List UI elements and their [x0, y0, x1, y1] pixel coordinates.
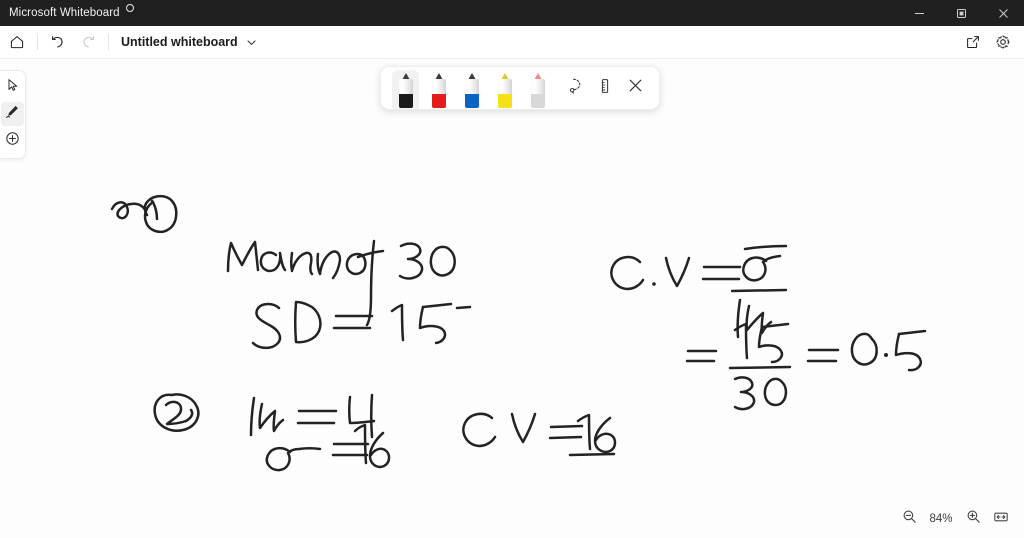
pen-body	[431, 79, 446, 94]
zoom-level-label: 84%	[929, 513, 953, 525]
fit-to-screen-button[interactable]	[988, 507, 1014, 531]
divider	[108, 34, 109, 50]
pen-body	[530, 79, 545, 94]
lasso-select-icon	[565, 77, 582, 99]
divider	[37, 34, 38, 50]
pen-icon	[5, 104, 20, 124]
pen-toolbar	[380, 66, 660, 110]
zoom-out-button[interactable]	[896, 507, 922, 531]
minimize-button[interactable]	[898, 0, 940, 26]
share-icon[interactable]	[958, 27, 988, 57]
whiteboard-app-window: Microsoft Whiteboard Untitled whiteboard…	[0, 0, 1024, 538]
zoom-in-button[interactable]	[960, 507, 986, 531]
maximize-button[interactable]	[940, 0, 982, 26]
ink-strokes	[110, 194, 927, 472]
plus-circle-icon	[5, 131, 20, 151]
zoom-out-icon	[902, 509, 917, 529]
pen-color-swatch	[464, 94, 479, 108]
pen-blue[interactable]	[455, 67, 488, 109]
pen-icon	[497, 73, 512, 109]
pen-icon	[398, 73, 413, 109]
sidebar-item-insert[interactable]	[1, 129, 24, 153]
undo-icon[interactable]	[43, 27, 73, 57]
cursor-arrow-icon	[6, 78, 20, 97]
command-bar-right-group	[958, 26, 1018, 58]
title-bar: Microsoft Whiteboard	[0, 0, 1024, 26]
document-title[interactable]: Untitled whiteboard	[121, 35, 238, 49]
gear-icon[interactable]	[988, 27, 1018, 57]
sidebar-item-pen[interactable]	[1, 102, 24, 126]
zoom-in-icon	[966, 509, 981, 529]
pen-body	[497, 79, 512, 94]
pen-body	[464, 79, 479, 94]
window-controls	[898, 0, 1024, 26]
left-tool-rail	[0, 70, 26, 159]
ruler-button[interactable]	[589, 67, 620, 109]
lasso-select-button[interactable]	[558, 67, 589, 109]
pen-pink[interactable]	[521, 67, 554, 109]
home-icon[interactable]	[2, 27, 32, 57]
app-title: Microsoft Whiteboard	[9, 7, 120, 19]
pen-color-swatch	[431, 94, 446, 108]
zoom-control: 84%	[896, 506, 1014, 532]
highlighter-yellow[interactable]	[488, 67, 521, 109]
redo-icon[interactable]	[73, 27, 103, 57]
pen-color-swatch	[530, 94, 545, 108]
close-icon	[628, 78, 643, 98]
chevron-down-icon[interactable]	[246, 37, 257, 48]
pen-color-swatch	[497, 94, 512, 108]
pen-red[interactable]	[422, 67, 455, 109]
close-pen-toolbar-button[interactable]	[620, 67, 651, 109]
pen-icon	[464, 73, 479, 109]
sidebar-item-select-cursor[interactable]	[1, 75, 24, 99]
pen-icon	[530, 73, 545, 109]
pen-color-swatch	[398, 94, 413, 108]
fit-to-screen-icon	[993, 509, 1009, 530]
pen-black[interactable]	[389, 67, 422, 109]
whiteboard-canvas[interactable]	[0, 59, 1024, 538]
pen-icon	[431, 73, 446, 109]
ruler-icon	[597, 78, 613, 99]
close-button[interactable]	[982, 0, 1024, 26]
pen-body	[398, 79, 413, 94]
circle-badge-icon	[125, 4, 134, 12]
command-bar: Untitled whiteboard	[0, 26, 1024, 59]
